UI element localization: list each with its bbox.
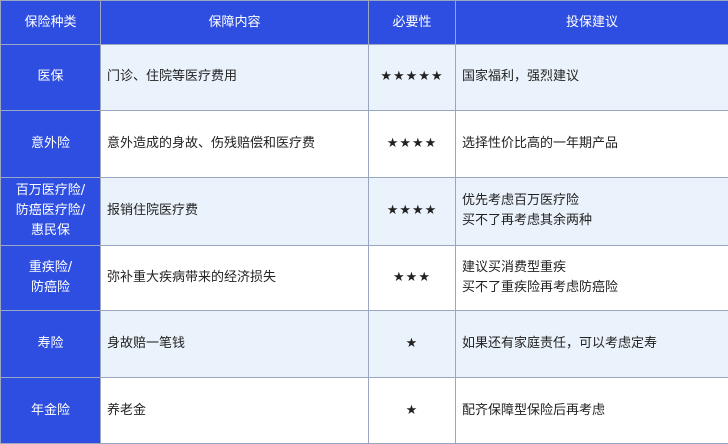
cell-coverage: 弥补重大疾病带来的经济损失 [100, 244, 369, 312]
advice-line: 建议买消费型重疾 [462, 259, 567, 275]
cell-necessity-stars: ★★★★ [368, 109, 456, 178]
header-type: 保险种类 [0, 0, 101, 45]
table-row: 百万医疗险/ 防癌医疗险/ 惠民保 报销住院医疗费 ★★★★ 优先考虑百万医疗险… [0, 176, 728, 246]
advice-line: 国家福利，强烈建议 [462, 69, 580, 85]
type-line: 百万医疗险/ [15, 183, 86, 199]
cell-insurance-type: 医保 [0, 44, 101, 111]
insurance-table: 保险种类 保障内容 必要性 投保建议 医保 门诊、住院等医疗费用 ★★★★★ 国… [0, 0, 728, 444]
cell-necessity-stars: ★★★ [368, 244, 456, 312]
type-line: 重疾险/ [28, 259, 73, 275]
header-advice: 投保建议 [455, 0, 728, 45]
cell-insurance-type: 寿险 [0, 310, 101, 379]
cell-advice: 选择性价比高的一年期产品 [455, 109, 728, 178]
cell-advice: 建议买消费型重疾 买不了重疾险再考虑防癌险 [455, 244, 728, 312]
table-row: 医保 门诊、住院等医疗费用 ★★★★★ 国家福利，强烈建议 [0, 44, 728, 111]
table-row: 重疾险/ 防癌险 弥补重大疾病带来的经济损失 ★★★ 建议买消费型重疾 买不了重… [0, 244, 728, 312]
advice-line: 如果还有家庭责任，可以考虑定寿 [462, 336, 658, 352]
cell-coverage: 身故赔一笔钱 [100, 310, 369, 379]
table-header-row: 保险种类 保障内容 必要性 投保建议 [0, 0, 728, 45]
advice-line: 优先考虑百万医疗险 [462, 193, 580, 209]
cell-necessity-stars: ★★★★ [368, 176, 456, 246]
cell-insurance-type: 年金险 [0, 377, 101, 444]
cell-coverage: 门诊、住院等医疗费用 [100, 44, 369, 111]
type-line: 医保 [37, 69, 64, 85]
table-row: 寿险 身故赔一笔钱 ★ 如果还有家庭责任，可以考虑定寿 [0, 310, 728, 379]
table-row: 意外险 意外造成的身故、伤残赔偿和医疗费 ★★★★ 选择性价比高的一年期产品 [0, 109, 728, 178]
cell-coverage: 养老金 [100, 377, 369, 444]
cell-insurance-type: 重疾险/ 防癌险 [0, 244, 101, 312]
cell-coverage: 报销住院医疗费 [100, 176, 369, 246]
cell-coverage: 意外造成的身故、伤残赔偿和医疗费 [100, 109, 369, 178]
cell-necessity-stars: ★ [368, 377, 456, 444]
type-line: 寿险 [37, 336, 64, 352]
type-line: 防癌险 [30, 279, 70, 295]
type-line: 年金险 [30, 402, 70, 418]
cell-necessity-stars: ★ [368, 310, 456, 379]
cell-necessity-stars: ★★★★★ [368, 44, 456, 111]
cell-insurance-type: 意外险 [0, 109, 101, 178]
header-content: 保障内容 [100, 0, 369, 45]
cell-advice: 国家福利，强烈建议 [455, 44, 728, 111]
table-row: 年金险 养老金 ★ 配齐保障型保险后再考虑 [0, 377, 728, 444]
cell-advice: 优先考虑百万医疗险 买不了再考虑其余两种 [455, 176, 728, 246]
type-line: 意外险 [30, 135, 70, 151]
advice-line: 选择性价比高的一年期产品 [462, 135, 619, 151]
type-line: 惠民保 [30, 223, 70, 239]
header-necessity: 必要性 [368, 0, 456, 45]
advice-line: 配齐保障型保险后再考虑 [462, 402, 606, 418]
cell-insurance-type: 百万医疗险/ 防癌医疗险/ 惠民保 [0, 176, 101, 246]
advice-line: 买不了重疾险再考虑防癌险 [462, 279, 619, 295]
cell-advice: 如果还有家庭责任，可以考虑定寿 [455, 310, 728, 379]
cell-advice: 配齐保障型保险后再考虑 [455, 377, 728, 444]
advice-line: 买不了再考虑其余两种 [462, 213, 593, 229]
type-line: 防癌医疗险/ [15, 203, 86, 219]
